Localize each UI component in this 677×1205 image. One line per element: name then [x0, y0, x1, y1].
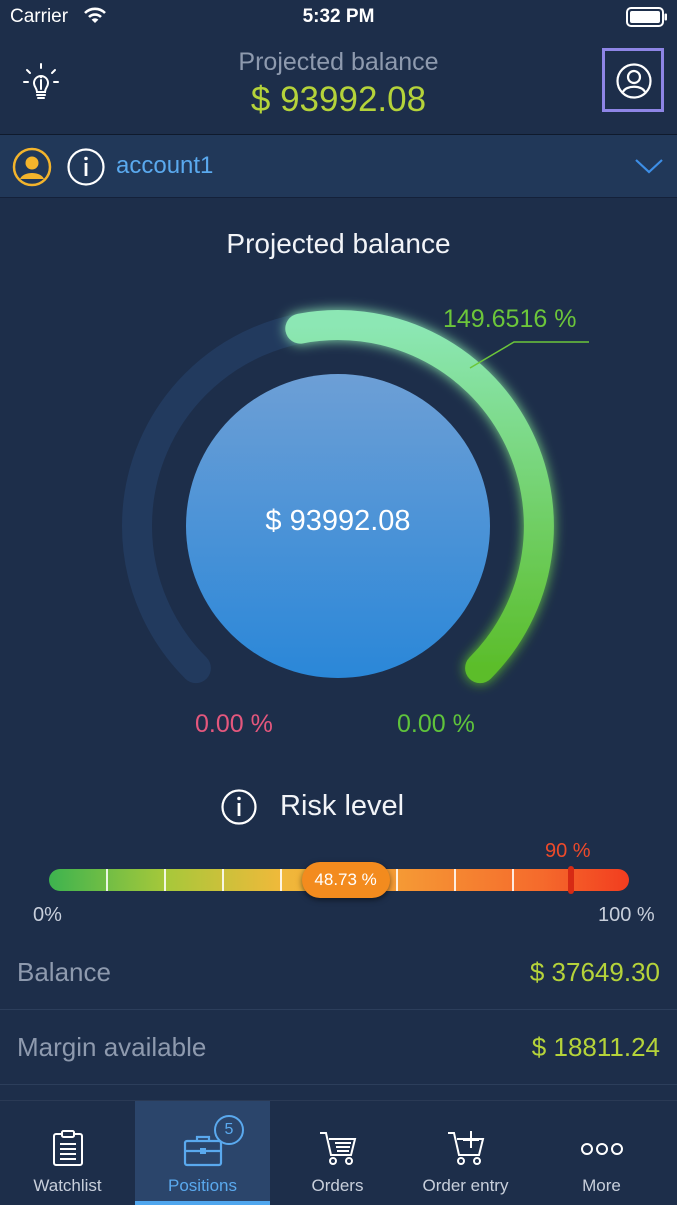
- risk-level-title: Risk level: [280, 790, 405, 822]
- tab-watchlist[interactable]: Watchlist: [0, 1101, 135, 1205]
- account-name: account1: [116, 152, 214, 179]
- gauge-top-percent: 149.6516 %: [443, 305, 577, 333]
- risk-info-icon[interactable]: [220, 788, 258, 826]
- balance-row: Balance $ 37649.30: [0, 935, 677, 1010]
- projected-balance-gauge: [122, 310, 589, 684]
- chevron-down-icon[interactable]: [634, 157, 664, 175]
- tab-order-entry[interactable]: Order entry: [398, 1101, 533, 1205]
- gauge-leader-line: [469, 341, 589, 369]
- tab-positions[interactable]: 5 Positions: [135, 1101, 270, 1205]
- risk-min-label: 0%: [33, 904, 62, 926]
- balance-value: $ 37649.30: [529, 957, 660, 987]
- account-selector[interactable]: account1: [0, 135, 677, 198]
- more-dots-icon: [580, 1143, 623, 1155]
- tab-more[interactable]: More: [534, 1101, 669, 1205]
- risk-max-label: 100 %: [598, 904, 655, 926]
- tab-bar: Watchlist 5 Positions Orders Order entry: [0, 1100, 677, 1205]
- header-title: Projected balance: [238, 48, 439, 76]
- positions-badge: 5: [214, 1115, 244, 1145]
- tab-label: Watchlist: [33, 1176, 102, 1195]
- risk-tick: [454, 869, 456, 891]
- risk-tick: [106, 869, 108, 891]
- profile-button[interactable]: [602, 48, 664, 112]
- risk-tick: [222, 869, 224, 891]
- header-balance: $ 93992.08: [250, 80, 427, 119]
- margin-available-value: $ 18811.24: [531, 1032, 660, 1062]
- account-avatar-icon: [12, 147, 52, 187]
- clock: 5:32 PM: [302, 6, 375, 27]
- tab-label: Positions: [168, 1176, 237, 1195]
- status-bar: Carrier 5:32 PM: [0, 0, 677, 34]
- risk-limit-marker: [568, 866, 574, 894]
- cart-list-icon: [319, 1132, 356, 1165]
- gauge-left-percent: 0.00 %: [195, 710, 273, 738]
- risk-tick: [164, 869, 166, 891]
- gauge-title: Projected balance: [226, 228, 451, 259]
- user-circle-icon: [616, 63, 652, 99]
- header: Projected balance $ 93992.08: [0, 34, 677, 135]
- cart-plus-icon: [447, 1131, 484, 1165]
- risk-tick: [512, 869, 514, 891]
- balance-label: Balance: [17, 957, 111, 987]
- tab-orders[interactable]: Orders: [270, 1101, 405, 1205]
- risk-limit-label: 90 %: [545, 840, 591, 862]
- gauge-right-percent: 0.00 %: [397, 710, 475, 738]
- clipboard-icon: [52, 1130, 83, 1166]
- active-tab-indicator: [135, 1201, 270, 1205]
- gauge-center-value: $ 93992.08: [265, 505, 411, 537]
- tab-label: Orders: [311, 1176, 364, 1195]
- risk-current-thumb: 48.73 %: [301, 862, 390, 898]
- risk-tick: [396, 869, 398, 891]
- risk-tick: [280, 869, 282, 891]
- tab-label: More: [582, 1176, 621, 1195]
- tab-label: Order entry: [422, 1176, 509, 1195]
- margin-available-row: Margin available $ 18811.24: [0, 1010, 677, 1085]
- battery-icon: [626, 7, 667, 27]
- info-icon[interactable]: [66, 147, 106, 187]
- margin-available-label: Margin available: [17, 1032, 207, 1062]
